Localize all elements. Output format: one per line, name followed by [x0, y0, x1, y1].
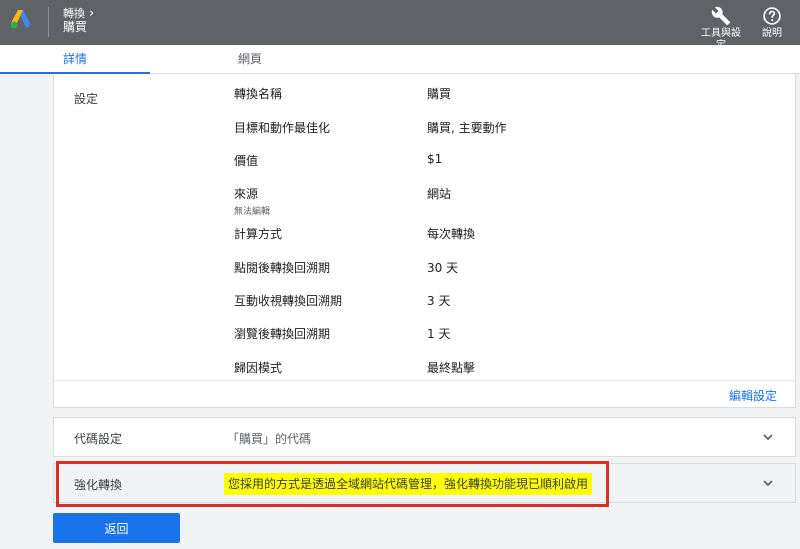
help-button[interactable]: 說明 [752, 6, 792, 40]
tab-webpages[interactable]: 網頁 [175, 45, 325, 74]
enhanced-conversions-label: 強化轉換 [74, 478, 123, 492]
chevron-right-icon: › [89, 5, 95, 21]
source-not-editable-note: 無法編輯 [234, 207, 271, 217]
tools-and-settings-button[interactable]: 工具與設定 [701, 6, 741, 45]
help-label: 說明 [762, 28, 782, 39]
tag-setup-label: 代碼設定 [74, 432, 123, 446]
setting-label-engaged-view-window: 互動收視轉換回溯期 [234, 294, 343, 308]
tab-details[interactable]: 詳情 [0, 45, 150, 74]
setting-value-goal-optimization: 購買, 主要動作 [427, 121, 507, 135]
google-ads-logo[interactable] [10, 9, 32, 29]
enhanced-conversions-row[interactable]: 強化轉換 您採用的方式是透過全域網站代碼管理，強化轉換功能現已順利啟用 [53, 463, 796, 503]
setting-value-click-through-window: 30 天 [427, 261, 459, 275]
setting-value-count: 每次轉換 [427, 227, 476, 241]
setting-label-conversion-name: 轉換名稱 [234, 87, 283, 101]
tag-setup-row[interactable]: 代碼設定 「購買」的代碼 [53, 417, 796, 457]
setting-label-source: 來源 無法編輯 [234, 187, 271, 217]
setting-value-value: $1 [427, 152, 443, 166]
wrench-icon [711, 6, 731, 26]
setting-value-source: 網站 [427, 187, 452, 201]
settings-card: 設定 轉換名稱 購買 目標和動作最佳化 購買, 主要動作 價值 $1 來源 無法… [53, 74, 796, 408]
setting-label-attribution-model: 歸因模式 [234, 361, 283, 375]
back-button[interactable]: 返回 [53, 513, 180, 543]
edit-settings-link[interactable]: 編輯設定 [729, 387, 777, 404]
chevron-down-icon[interactable] [761, 430, 775, 444]
app-header: 轉換 › 購買 工具與設定 說明 [0, 0, 800, 45]
tab-bar: 詳情 網頁 [0, 45, 800, 74]
setting-label-count: 計算方式 [234, 227, 283, 241]
setting-label-click-through-window: 點閱後轉換回溯期 [234, 261, 331, 275]
settings-divider [54, 380, 795, 381]
chevron-down-icon[interactable] [761, 476, 775, 490]
setting-value-attribution-model: 最終點擊 [427, 361, 476, 375]
help-icon [763, 7, 781, 25]
setting-value-engaged-view-window: 3 天 [427, 294, 451, 308]
settings-section-label: 設定 [74, 92, 99, 106]
setting-label-value: 價值 [234, 154, 259, 168]
setting-value-view-through-window: 1 天 [427, 327, 451, 341]
page-title: 購買 [63, 20, 88, 34]
setting-value-conversion-name: 購買 [427, 87, 452, 101]
tag-setup-value: 「購買」的代碼 [227, 432, 312, 446]
setting-label-view-through-window: 瀏覽後轉換回溯期 [234, 327, 331, 341]
header-divider [48, 7, 49, 37]
enhanced-conversions-message: 您採用的方式是透過全域網站代碼管理，強化轉換功能現已順利啟用 [224, 473, 593, 495]
setting-label-goal-optimization: 目標和動作最佳化 [234, 121, 331, 135]
tools-label: 工具與設定 [701, 28, 741, 45]
